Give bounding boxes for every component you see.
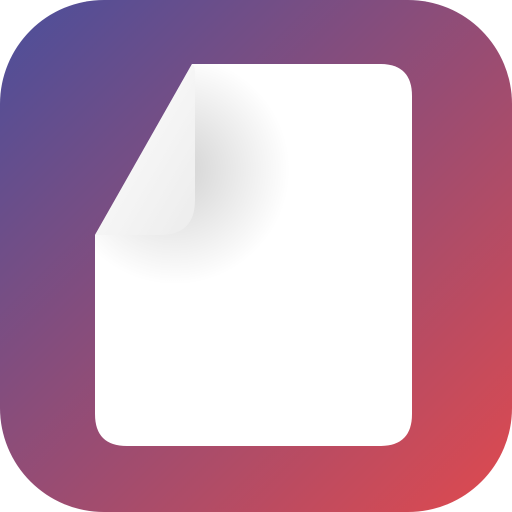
document-app-icon (0, 0, 512, 512)
